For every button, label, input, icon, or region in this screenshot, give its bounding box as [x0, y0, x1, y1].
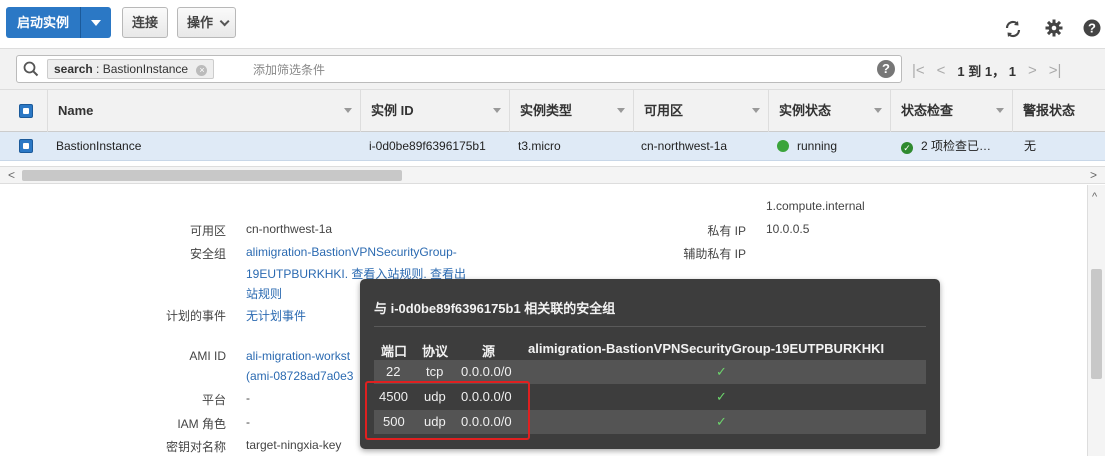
filter-token-value: BastionInstance	[102, 62, 189, 76]
table-row[interactable]: BastionInstance i-0d0be89f6396175b1 t3.m…	[0, 132, 1105, 161]
platform-label: 平台	[201, 393, 226, 407]
filter-token[interactable]: search : BastionInstance ×	[47, 59, 215, 79]
sort-icon	[344, 108, 352, 113]
first-page-icon[interactable]: |<	[912, 62, 925, 79]
iam-role-value: -	[246, 415, 250, 429]
key-pair-value: target-ningxia-key	[246, 438, 342, 452]
popup-col-port: 端口	[381, 344, 408, 359]
private-ip-value: 10.0.0.5	[766, 222, 810, 236]
private-dns-value: 1.compute.internal	[766, 199, 865, 213]
scrollbar-thumb[interactable]	[22, 170, 402, 181]
outbound-rules-link[interactable]: 站规则	[246, 285, 282, 302]
scroll-up-icon[interactable]: ^	[1092, 191, 1097, 203]
select-all-checkbox[interactable]	[19, 104, 33, 118]
key-pair-label: 密钥对名称	[165, 440, 226, 454]
toolbar: 启动实例 连接 操作 ?	[0, 0, 1105, 48]
column-header-alarm[interactable]: 警报状态	[1012, 90, 1105, 132]
actions-label: 操作	[187, 15, 214, 30]
cell-az: cn-northwest-1a	[641, 139, 728, 153]
launch-instance-label[interactable]: 启动实例	[6, 7, 82, 38]
help-icon[interactable]: ?	[1083, 19, 1101, 37]
connect-button[interactable]: 连接	[122, 7, 169, 38]
row-checkbox[interactable]	[19, 139, 33, 153]
sort-icon	[752, 108, 760, 113]
az-value: cn-northwest-1a	[246, 222, 333, 236]
actions-button[interactable]: 操作	[177, 7, 237, 38]
check-icon: ✓	[716, 364, 727, 379]
table-header: Name 实例 ID 实例类型 可用区 实例状态 状态检查 警报状态	[0, 90, 1105, 132]
cell-status-check[interactable]: ✓ 2 项检查已…	[901, 132, 991, 161]
svg-text:?: ?	[1088, 21, 1096, 36]
cell-alarm: 无	[1024, 139, 1037, 153]
check-icon: ✓	[716, 389, 727, 404]
platform-value: -	[246, 391, 250, 405]
search-icon	[23, 61, 39, 77]
check-icon: ✓	[716, 414, 727, 429]
launch-instance-button[interactable]: 启动实例	[6, 7, 112, 38]
remove-filter-icon[interactable]: ×	[196, 65, 208, 76]
column-header-az[interactable]: 可用区	[633, 90, 768, 132]
filter-placeholder: 添加筛选条件	[253, 63, 326, 77]
popup-col-group: alimigration-BastionVPNSecurityGroup-19E…	[528, 341, 885, 356]
cell-name: BastionInstance	[56, 139, 142, 153]
ami-link[interactable]: ali-migration-workst	[246, 349, 350, 363]
ami-id-link[interactable]: (ami-08728ad7a0e3	[246, 369, 353, 383]
scroll-right-icon[interactable]: >	[1090, 168, 1097, 182]
security-group-link[interactable]: alimigration-BastionVPNSecurityGroup-	[246, 245, 457, 259]
chevron-down-icon	[91, 19, 102, 26]
scrollbar-thumb[interactable]	[1091, 269, 1102, 379]
cell-state: running	[777, 132, 837, 161]
chevron-down-icon	[219, 16, 230, 27]
column-header-status-check[interactable]: 状态检查	[890, 90, 1012, 132]
pagination: |< < 1 到 1， 1 > >|	[912, 61, 1061, 80]
column-header-name[interactable]: Name	[47, 90, 360, 132]
iam-role-label: IAM 角色	[177, 417, 226, 431]
horizontal-scrollbar[interactable]: < >	[0, 166, 1105, 184]
search-input[interactable]: search : BastionInstance × 添加筛选条件 ?	[16, 55, 902, 83]
refresh-icon[interactable]	[1003, 19, 1023, 39]
highlight-annotation	[365, 381, 530, 440]
filter-bar: search : BastionInstance × 添加筛选条件 ? |< <…	[0, 48, 1105, 90]
column-header-instance-id[interactable]: 实例 ID	[360, 90, 509, 132]
launch-dropdown-button[interactable]	[81, 7, 112, 38]
vertical-scrollbar[interactable]: ^	[1087, 185, 1105, 456]
running-status-icon	[777, 140, 789, 152]
help-icon[interactable]: ?	[877, 60, 895, 78]
column-header-state[interactable]: 实例状态	[768, 90, 890, 132]
sort-icon	[996, 108, 1004, 113]
check-icon: ✓	[901, 142, 913, 154]
scheduled-events-link[interactable]: 无计划事件	[246, 307, 306, 324]
popup-title: 与 i-0d0be89f6396175b1 相关联的安全组	[374, 301, 616, 316]
last-page-icon[interactable]: >|	[1049, 62, 1062, 79]
prev-page-icon[interactable]: <	[937, 62, 946, 79]
column-header-instance-type[interactable]: 实例类型	[509, 90, 633, 132]
cell-instance-id: i-0d0be89f6396175b1	[369, 139, 486, 153]
popup-divider	[374, 326, 926, 327]
popup-col-protocol: 协议	[422, 344, 449, 359]
scroll-left-icon[interactable]: <	[8, 168, 15, 182]
scheduled-events-label: 计划的事件	[165, 309, 226, 323]
gear-icon[interactable]	[1045, 19, 1063, 37]
next-page-icon[interactable]: >	[1028, 62, 1037, 79]
filter-token-key: search	[54, 62, 93, 76]
page-info: 1 到 1， 1	[957, 64, 1016, 79]
ami-label: AMI ID	[189, 349, 226, 363]
private-ip-label: 私有 IP	[707, 224, 746, 238]
sort-icon	[617, 108, 625, 113]
popup-col-source: 源	[482, 344, 496, 359]
secondary-ip-label: 辅助私有 IP	[683, 247, 746, 261]
sort-icon	[874, 108, 882, 113]
cell-instance-type: t3.micro	[518, 139, 561, 153]
az-label: 可用区	[189, 224, 226, 238]
security-group-label: 安全组	[189, 247, 226, 261]
sort-icon	[493, 108, 501, 113]
